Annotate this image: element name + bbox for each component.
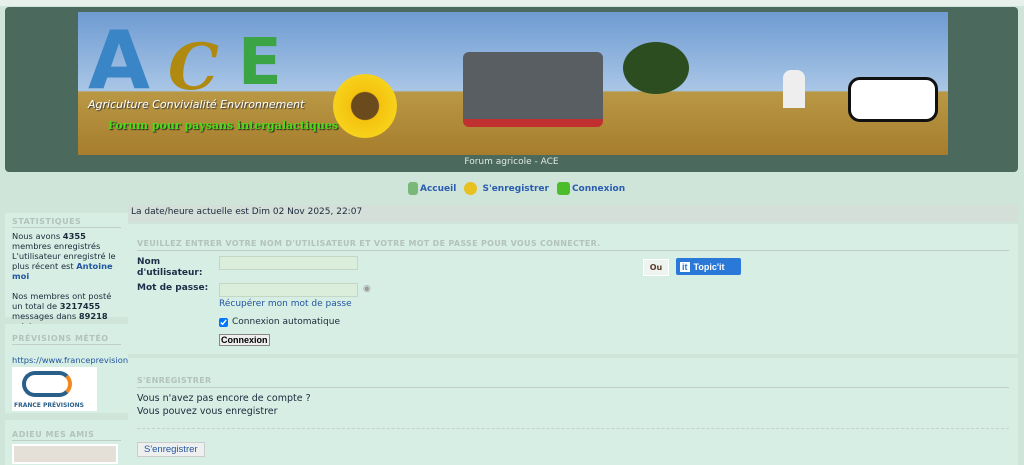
meteo-link[interactable]: https://www.franceprevisions. xyxy=(12,355,128,365)
username-label: Nom d'utilisateur: xyxy=(137,257,203,278)
auto-login-checkbox[interactable]: Connexion automatique xyxy=(219,317,340,327)
header: A C E Agriculture Convivialité Environne… xyxy=(5,7,1018,172)
site-title: Forum agricole - ACE xyxy=(464,157,559,167)
register-panel: S'ENREGISTRER Vous n'avez pas encore de … xyxy=(128,358,1018,465)
memorial-image xyxy=(12,444,118,464)
stats-panel: STATISTIQUES Nous avons 4355 membres enr… xyxy=(5,213,128,331)
meteo-title: PRÉVISIONS MÉTÉO xyxy=(12,334,121,345)
nav-login[interactable]: Connexion xyxy=(556,182,625,195)
sunflower-image xyxy=(333,74,397,138)
adieu-panel: ADIEU MES AMIS xyxy=(5,420,128,465)
nav-home[interactable]: Accueil xyxy=(408,182,456,195)
current-datetime: La date/heure actuelle est Dim 02 Nov 20… xyxy=(128,205,1018,222)
logo-subtitle: Forum pour paysans intergalactiques xyxy=(108,119,339,132)
banner-image[interactable]: A C E Agriculture Convivialité Environne… xyxy=(78,12,948,155)
top-strip xyxy=(0,0,1024,6)
topicit-login-button[interactable]: it Topic'it xyxy=(676,258,741,275)
login-title: VEUILLEZ ENTRER VOTRE NOM D'UTILISATEUR … xyxy=(137,239,1009,251)
login-submit-button[interactable]: Connexion xyxy=(219,334,270,346)
windmill-image xyxy=(783,70,805,108)
or-label: Ou xyxy=(643,259,669,276)
show-password-icon[interactable]: ◉ xyxy=(363,284,371,294)
adieu-title: ADIEU MES AMIS xyxy=(12,430,121,441)
forgot-password-link[interactable]: Récupérer mon mot de passe xyxy=(219,299,352,309)
home-icon xyxy=(408,182,418,195)
meteo-panel: PRÉVISIONS MÉTÉO https://www.franceprevi… xyxy=(5,324,128,413)
thumbs-up-icon xyxy=(556,182,570,195)
logo-tagline: Agriculture Convivialité Environnement xyxy=(88,98,305,111)
register-title: S'ENREGISTRER xyxy=(137,376,1009,388)
cow-image xyxy=(848,77,938,122)
password-label: Mot de passe: xyxy=(137,283,209,293)
username-input[interactable] xyxy=(219,256,358,270)
tractor-image xyxy=(463,52,603,127)
nav-register[interactable]: S'enregistrer xyxy=(464,182,549,195)
smiley-icon xyxy=(464,182,478,195)
password-input[interactable] xyxy=(219,283,358,297)
logo: A xyxy=(88,14,150,107)
nav-bar: Accueil S'enregistrer Connexion xyxy=(408,182,625,195)
login-panel: VEUILLEZ ENTRER VOTRE NOM D'UTILISATEUR … xyxy=(128,224,1018,354)
topicit-icon: it xyxy=(680,261,690,272)
france-previsions-logo[interactable]: FRANCE PRÉVISIONS xyxy=(12,367,97,411)
register-button[interactable]: S'enregistrer xyxy=(137,442,205,457)
stats-title: STATISTIQUES xyxy=(12,217,121,228)
tree-image xyxy=(623,42,689,94)
